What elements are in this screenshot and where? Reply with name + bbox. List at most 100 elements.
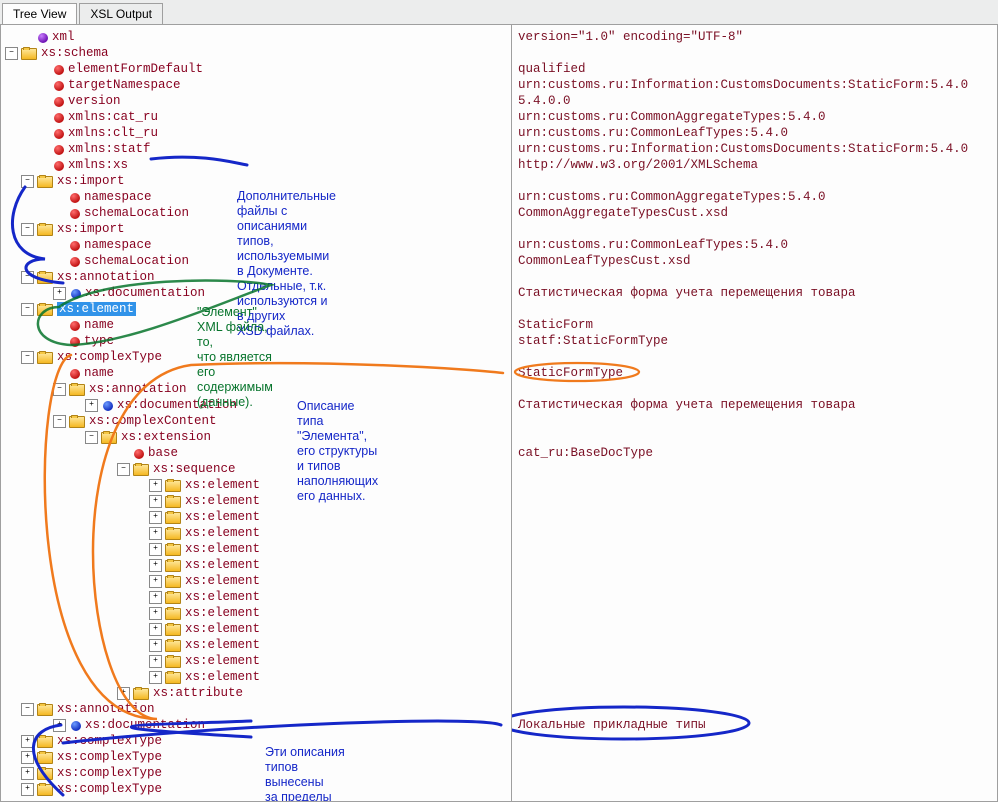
node-seq-element[interactable]: xs:element: [185, 494, 260, 508]
attr-icon: [54, 97, 64, 107]
expander-icon[interactable]: +: [117, 687, 130, 700]
node-seq-element[interactable]: xs:element: [185, 558, 260, 572]
node-type[interactable]: type: [84, 334, 114, 348]
node-complexType[interactable]: xs:complexType: [57, 782, 162, 796]
expander-icon[interactable]: +: [85, 399, 98, 412]
node-complexType[interactable]: xs:complexType: [57, 734, 162, 748]
node-complexContent[interactable]: xs:complexContent: [89, 414, 217, 428]
expander-icon[interactable]: +: [53, 719, 66, 732]
expander-icon[interactable]: +: [21, 751, 34, 764]
attr-icon: [70, 321, 80, 331]
node-seq-element[interactable]: xs:element: [185, 542, 260, 556]
node-seq-element[interactable]: xs:element: [185, 622, 260, 636]
value-panel: version="1.0" encoding="UTF-8" qualified…: [511, 25, 997, 801]
node-targetNamespace[interactable]: targetNamespace: [68, 78, 181, 92]
attr-icon: [54, 65, 64, 75]
expander-icon[interactable]: +: [149, 575, 162, 588]
folder-icon: [37, 272, 53, 284]
expander-icon[interactable]: −: [21, 351, 34, 364]
expander-icon[interactable]: +: [149, 671, 162, 684]
node-xmlns-statf[interactable]: xmlns:statf: [68, 142, 151, 156]
expander-icon[interactable]: +: [149, 543, 162, 556]
node-seq-element[interactable]: xs:element: [185, 638, 260, 652]
tab-xsl-output[interactable]: XSL Output: [79, 3, 163, 25]
folder-icon: [165, 624, 181, 636]
expander-icon[interactable]: +: [21, 735, 34, 748]
value-statf: urn:customs.ru:Information:CustomsDocume…: [518, 141, 991, 157]
folder-icon: [165, 656, 181, 668]
expander-icon[interactable]: −: [21, 175, 34, 188]
expander-icon[interactable]: −: [117, 463, 130, 476]
expander-icon[interactable]: +: [149, 639, 162, 652]
node-seq-element[interactable]: xs:element: [185, 526, 260, 540]
expander-icon[interactable]: −: [53, 415, 66, 428]
node-complexType[interactable]: xs:complexType: [57, 350, 162, 364]
node-seq-element[interactable]: xs:element: [185, 478, 260, 492]
folder-icon: [133, 464, 149, 476]
node-annotation[interactable]: xs:annotation: [57, 270, 155, 284]
node-seq-element[interactable]: xs:element: [185, 510, 260, 524]
node-attribute[interactable]: xs:attribute: [153, 686, 243, 700]
node-documentation[interactable]: xs:documentation: [85, 286, 205, 300]
node-import[interactable]: xs:import: [57, 222, 125, 236]
expander-icon[interactable]: −: [21, 303, 34, 316]
expander-icon[interactable]: −: [21, 223, 34, 236]
node-seq-element[interactable]: xs:element: [185, 670, 260, 684]
node-annotation[interactable]: xs:annotation: [89, 382, 187, 396]
node-schema[interactable]: xs:schema: [41, 46, 109, 60]
node-version[interactable]: version: [68, 94, 121, 108]
expander-icon[interactable]: +: [149, 479, 162, 492]
expander-icon[interactable]: +: [149, 591, 162, 604]
expander-icon[interactable]: −: [53, 383, 66, 396]
node-annotation[interactable]: xs:annotation: [57, 702, 155, 716]
folder-icon: [165, 608, 181, 620]
expander-icon[interactable]: +: [21, 783, 34, 796]
node-xmlns-cat-ru[interactable]: xmlns:cat_ru: [68, 110, 158, 124]
tree-panel[interactable]: xml − xs:schema elementFormDefault target…: [1, 25, 511, 801]
value-clt-ru: urn:customs.ru:CommonLeafTypes:5.4.0: [518, 125, 991, 141]
expander-icon[interactable]: +: [149, 495, 162, 508]
node-import[interactable]: xs:import: [57, 174, 125, 188]
tab-tree-view[interactable]: Tree View: [2, 3, 77, 25]
expander-icon[interactable]: +: [53, 287, 66, 300]
node-base[interactable]: base: [148, 446, 178, 460]
node-namespace[interactable]: namespace: [84, 190, 152, 204]
node-seq-element[interactable]: xs:element: [185, 654, 260, 668]
attr-icon: [54, 129, 64, 139]
node-sequence[interactable]: xs:sequence: [153, 462, 236, 476]
node-xmlns-clt-ru[interactable]: xmlns:clt_ru: [68, 126, 158, 140]
node-complexType[interactable]: xs:complexType: [57, 750, 162, 764]
expander-icon[interactable]: −: [5, 47, 18, 60]
expander-icon[interactable]: −: [85, 431, 98, 444]
node-xmlns-xs[interactable]: xmlns:xs: [68, 158, 128, 172]
expander-icon[interactable]: +: [149, 511, 162, 524]
expander-icon[interactable]: −: [21, 703, 34, 716]
expander-icon[interactable]: +: [149, 607, 162, 620]
node-elementFormDefault[interactable]: elementFormDefault: [68, 62, 203, 76]
expander-icon[interactable]: −: [21, 271, 34, 284]
doc-icon: [71, 721, 81, 731]
node-seq-element[interactable]: xs:element: [185, 606, 260, 620]
expander-icon[interactable]: +: [149, 623, 162, 636]
node-name[interactable]: name: [84, 366, 114, 380]
node-namespace[interactable]: namespace: [84, 238, 152, 252]
folder-icon: [165, 512, 181, 524]
node-seq-element[interactable]: xs:element: [185, 574, 260, 588]
node-documentation[interactable]: xs:documentation: [117, 398, 237, 412]
value-targetNs: urn:customs.ru:Information:CustomsDocume…: [518, 77, 991, 93]
node-element-selected[interactable]: xs:element: [57, 302, 136, 316]
expander-icon[interactable]: +: [149, 527, 162, 540]
node-seq-element[interactable]: xs:element: [185, 590, 260, 604]
folder-icon: [165, 528, 181, 540]
expander-icon[interactable]: +: [149, 655, 162, 668]
node-complexType[interactable]: xs:complexType: [57, 766, 162, 780]
node-documentation[interactable]: xs:documentation: [85, 718, 205, 732]
expander-icon[interactable]: +: [21, 767, 34, 780]
node-xml[interactable]: xml: [52, 30, 75, 44]
node-schemaLocation[interactable]: schemaLocation: [84, 206, 189, 220]
node-schemaLocation[interactable]: schemaLocation: [84, 254, 189, 268]
node-extension[interactable]: xs:extension: [121, 430, 211, 444]
node-name[interactable]: name: [84, 318, 114, 332]
expander-icon[interactable]: +: [149, 559, 162, 572]
value-version: 5.4.0.0: [518, 93, 991, 109]
